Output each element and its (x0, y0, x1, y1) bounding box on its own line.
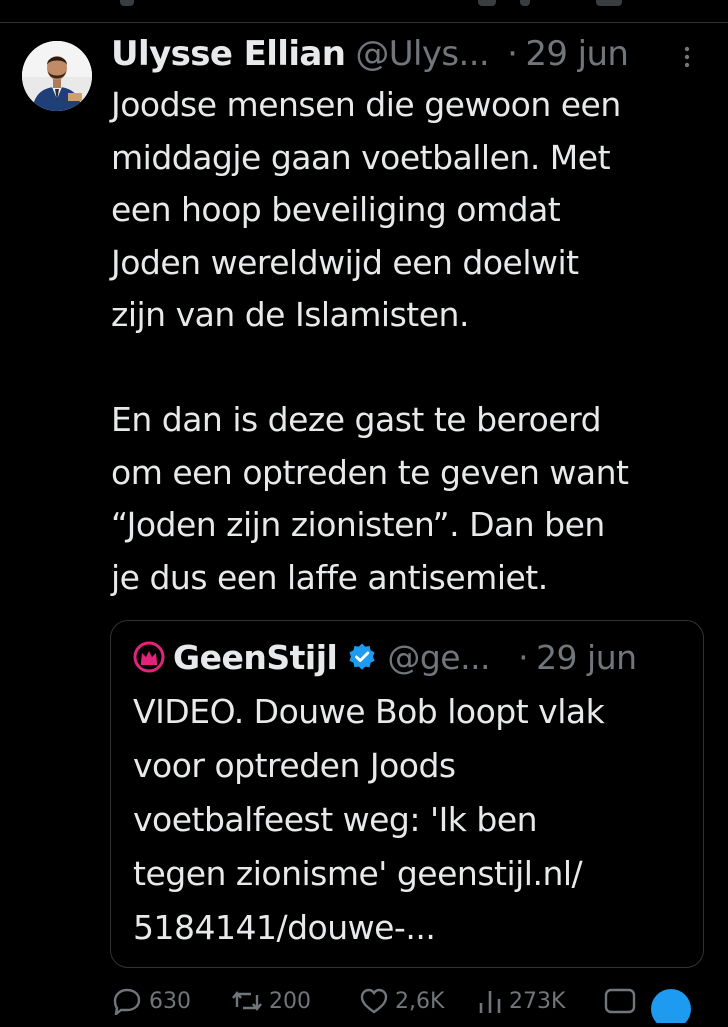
repost-button[interactable]: 200 (231, 987, 311, 1027)
tweet-text-line: Joden wereldwijd een doelwit (111, 242, 579, 282)
header-separator: · (507, 34, 518, 74)
reply-icon (113, 988, 141, 1015)
top-action-remnant (520, 0, 530, 6)
profile-photo-icon (22, 41, 92, 111)
tweet[interactable]: Ulysse Ellian @Ulys... · 29 jun Joodse m… (0, 23, 728, 1023)
quoted-tweet-card[interactable]: GeenStijl @ge... · 29 jun VIDEO. Douwe B… (110, 620, 704, 968)
quoted-text-line: VIDEO. Douwe Bob loopt vlak (133, 692, 605, 731)
quoted-author-handle[interactable]: @ge... (387, 638, 490, 677)
quoted-header-separator: · (518, 637, 529, 677)
repost-count: 200 (269, 989, 311, 1014)
verified-badge-icon (349, 643, 375, 670)
paragraph-break (111, 342, 711, 395)
tweet-text-line: zijn van de Islamisten. (111, 295, 469, 334)
tweet-text-line: een hoop beveiliging omdat (111, 190, 561, 229)
views-icon (479, 991, 501, 1013)
quoted-text-line: 5184141/douwe-... (133, 908, 436, 947)
tweet-text-line: “Joden zijn zionisten”. Dan ben (111, 505, 605, 544)
bookmark-share-button[interactable] (603, 987, 637, 1027)
tweet-text-line: Joodse mensen die gewoon een (111, 85, 621, 124)
quoted-tweet-header: GeenStijl @ge... · 29 jun (133, 634, 693, 680)
geenstijl-crown-logo-icon[interactable] (133, 641, 165, 673)
share-button[interactable] (651, 987, 691, 1027)
top-action-remnant (596, 0, 622, 6)
tweet-text-line: middagje gaan voetballen. Met (111, 137, 611, 177)
tweet-text-line: om een optreden te geven want (111, 452, 629, 492)
reply-button[interactable]: 630 (111, 987, 191, 1027)
quoted-text-line: voor optreden Joods (133, 746, 456, 785)
tweet-text-line: je dus een laffe antisemiet. (111, 557, 548, 597)
author-handle[interactable]: @Ulys... (355, 34, 489, 74)
top-action-remnant (478, 0, 496, 6)
quoted-tweet-text: VIDEO. Douwe Bob loopt vlak voor optrede… (133, 685, 693, 955)
reply-count: 630 (149, 989, 191, 1014)
like-button[interactable]: 2,6K (359, 987, 444, 1027)
like-count: 2,6K (395, 989, 445, 1014)
tweet-header: Ulysse Ellian @Ulys... · 29 jun (111, 31, 711, 77)
heart-icon (360, 988, 388, 1014)
quoted-text-line: tegen zionisme' geenstijl.nl/ (133, 854, 583, 893)
author-avatar[interactable] (22, 41, 92, 111)
quoted-author-display-name[interactable]: GeenStijl (173, 638, 338, 677)
quoted-tweet-date[interactable]: 29 jun (536, 638, 637, 677)
author-display-name[interactable]: Ulysse Ellian (111, 34, 346, 74)
more-options-icon[interactable] (680, 45, 694, 69)
tweet-date[interactable]: 29 jun (525, 34, 629, 74)
repost-icon (232, 991, 262, 1011)
quoted-text-line: voetbalfeest weg: 'Ik ben (133, 800, 538, 839)
tweet-action-bar: 630 200 2,6K 273K (111, 983, 711, 1023)
top-action-remnant (120, 0, 134, 6)
share-icon (651, 989, 691, 1023)
bookmark-icon (604, 988, 636, 1014)
tweet-text: Joodse mensen die gewoon een middagje ga… (111, 79, 711, 604)
tweet-text-line: En dan is deze gast te beroerd (111, 400, 602, 439)
views-count: 273K (509, 989, 566, 1014)
views-button[interactable]: 273K (477, 987, 565, 1027)
